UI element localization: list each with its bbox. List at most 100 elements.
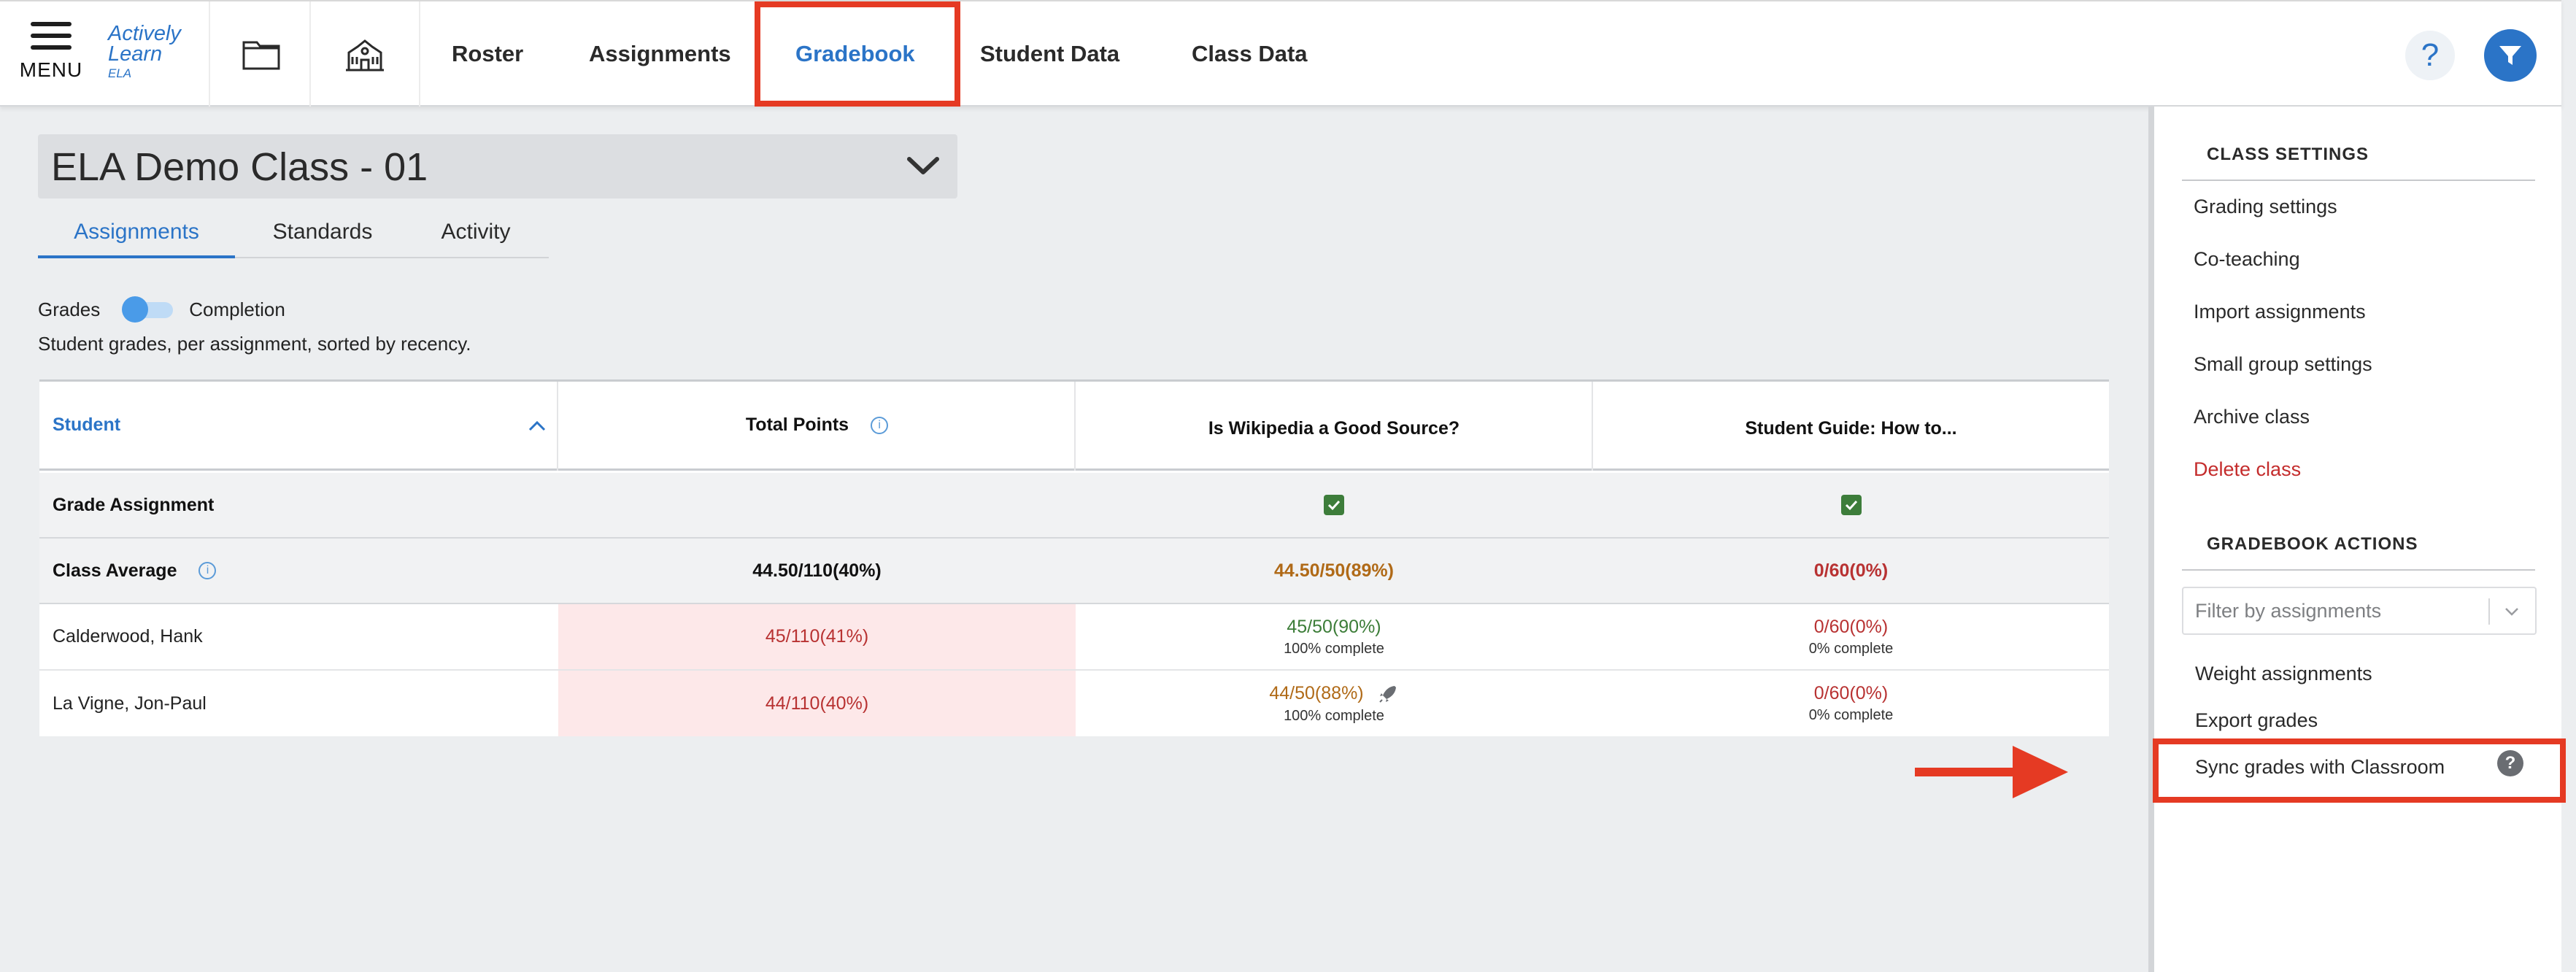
select-divider [2488,598,2490,625]
sort-ascending-icon [528,420,546,431]
checkmark-icon [1845,500,1857,511]
gradebook-actions-heading: GRADEBOOK ACTIONS [2207,534,2418,554]
menu-button[interactable]: MENU [0,1,102,107]
student-a1-completion: 100% complete [1284,707,1384,724]
grade-assignment-2-checkbox[interactable] [1840,495,1862,515]
class-average-a1-cell: 44.50/50(89%) [1076,539,1592,603]
nav-divider [419,1,420,107]
tab-assignments[interactable]: Assignments [589,1,731,107]
panel-divider [2182,180,2535,181]
grading-settings-link[interactable]: Grading settings [2194,196,2337,218]
student-name: La Vigne, Jon-Paul [53,693,207,714]
class-average-label: Class Average [53,560,177,581]
grade-assignment-1-cell [1076,473,1592,537]
grade-assignment-label-cell: Grade Assignment [39,473,557,537]
help-button[interactable]: ? [2405,31,2455,80]
filter-by-assignments-input[interactable] [2183,588,2475,633]
actively-learn-logo[interactable]: Actively Learn ELA [108,23,203,89]
assignment-2-column-header[interactable]: Student Guide: How to... [1593,382,2109,468]
student-a1-cell[interactable]: 45/50(90%) 100% complete [1076,604,1592,669]
gradebook-subtabs: Assignments Standards Activity [38,206,549,258]
info-icon[interactable]: i [871,416,889,434]
gradebook-side-panel: CLASS SETTINGS Grading settings Co-teach… [2154,107,2561,972]
info-icon[interactable]: i [198,562,217,579]
archive-class-link[interactable]: Archive class [2194,406,2310,428]
hamburger-icon [31,22,72,51]
filter-button[interactable] [2484,29,2537,82]
subtab-standards[interactable]: Standards [257,209,388,255]
folder-icon[interactable] [238,31,285,77]
student-name-cell[interactable]: Calderwood, Hank [39,604,557,669]
side-panel-divider [2148,107,2154,972]
weight-assignments-link[interactable]: Weight assignments [2195,663,2372,685]
assignment-1-column-header[interactable]: Is Wikipedia a Good Source? [1076,382,1592,468]
class-average-label-cell: Class Average i [39,539,557,603]
total-points-label: Total Points [745,414,849,435]
grades-completion-switch[interactable] [122,296,174,323]
logo-sub: ELA [108,66,132,80]
tab-student-data[interactable]: Student Data [980,1,1119,107]
student-total-cell: 45/110(41%) [558,604,1076,669]
gradebook-description: Student grades, per assignment, sorted b… [38,333,471,355]
small-group-settings-link[interactable]: Small group settings [2194,353,2372,376]
student-a2-completion: 0% complete [1808,640,1894,657]
tab-roster[interactable]: Roster [452,1,523,107]
student-a1-completion: 100% complete [1284,640,1384,657]
table-row: Calderwood, Hank 45/110(41%) 45/50(90%) … [39,604,2109,671]
assignment-1-title: Is Wikipedia a Good Source? [1208,418,1460,439]
student-column-label: Student [53,414,121,435]
student-total: 45/110(41%) [765,626,869,647]
funnel-icon [2499,46,2521,65]
school-building-icon[interactable] [342,31,388,77]
export-grades-link[interactable]: Export grades [2195,709,2318,732]
subtab-assignments[interactable]: Assignments [38,209,235,258]
gradebook-highlight-box [755,1,960,107]
grade-assignment-2-cell [1593,473,2109,537]
nav-divider [209,1,210,107]
chevron-down-icon [907,157,939,174]
sync-grades-highlight-box [2153,738,2566,803]
student-name: Calderwood, Hank [53,626,203,647]
top-navigation-bar: MENU Actively Learn ELA Roster Assignmen… [0,0,2561,107]
total-points-column-header[interactable]: Total Points i [558,382,1076,468]
menu-label: MENU [19,58,83,81]
subtab-activity[interactable]: Activity [417,209,534,255]
student-column-header[interactable]: Student [39,382,557,468]
student-a2-completion: 0% complete [1808,707,1894,723]
student-total-cell: 44/110(40%) [558,671,1076,736]
toggle-label-completion: Completion [189,298,285,320]
class-average-a2-cell: 0/60(0%) [1593,539,2109,603]
table-row: La Vigne, Jon-Paul 44/110(40%) 44/50(88%… [39,671,2109,736]
nav-divider [309,1,311,107]
checkmark-icon [1327,500,1341,511]
switch-knob [122,296,149,323]
co-teaching-link[interactable]: Co-teaching [2194,248,2300,271]
student-a2-score: 0/60(0%) [1813,683,1889,703]
class-average-total-cell: 44.50/110(40%) [558,539,1076,603]
student-a1-score: 44/50(88%) [1269,683,1364,703]
panel-divider [2182,569,2535,571]
gradebook-table: Student Total Points i Is Wikipedia a Go… [39,379,2109,736]
assignment-2-title: Student Guide: How to... [1745,418,1957,439]
tab-class-data[interactable]: Class Data [1192,1,1308,107]
student-a2-score: 0/60(0%) [1813,616,1889,637]
student-name-cell[interactable]: La Vigne, Jon-Paul [39,671,557,736]
grade-assignment-1-checkbox[interactable] [1324,495,1344,515]
rocket-icon [1378,685,1396,703]
import-assignments-link[interactable]: Import assignments [2194,301,2366,323]
student-total: 44/110(40%) [765,693,869,714]
class-average-a1: 44.50/50(89%) [1273,560,1394,581]
class-selector-value: ELA Demo Class - 01 [51,145,428,189]
class-selector[interactable]: ELA Demo Class - 01 [38,134,957,198]
table-row: Grade Assignment [39,473,2109,539]
table-header-row: Student Total Points i Is Wikipedia a Go… [39,382,2109,471]
student-a2-cell[interactable]: 0/60(0%) 0% complete [1593,671,2109,736]
chevron-down-icon[interactable] [2502,603,2522,620]
grades-completion-toggle-row: Grades Completion [38,295,285,324]
filter-by-assignments-select[interactable] [2182,587,2537,635]
student-a1-cell[interactable]: 44/50(88%) 100% complete [1076,671,1592,736]
delete-class-link[interactable]: Delete class [2194,458,2301,481]
class-average-a2: 0/60(0%) [1813,560,1889,581]
grade-assignment-label: Grade Assignment [53,494,215,515]
student-a2-cell[interactable]: 0/60(0%) 0% complete [1593,604,2109,669]
